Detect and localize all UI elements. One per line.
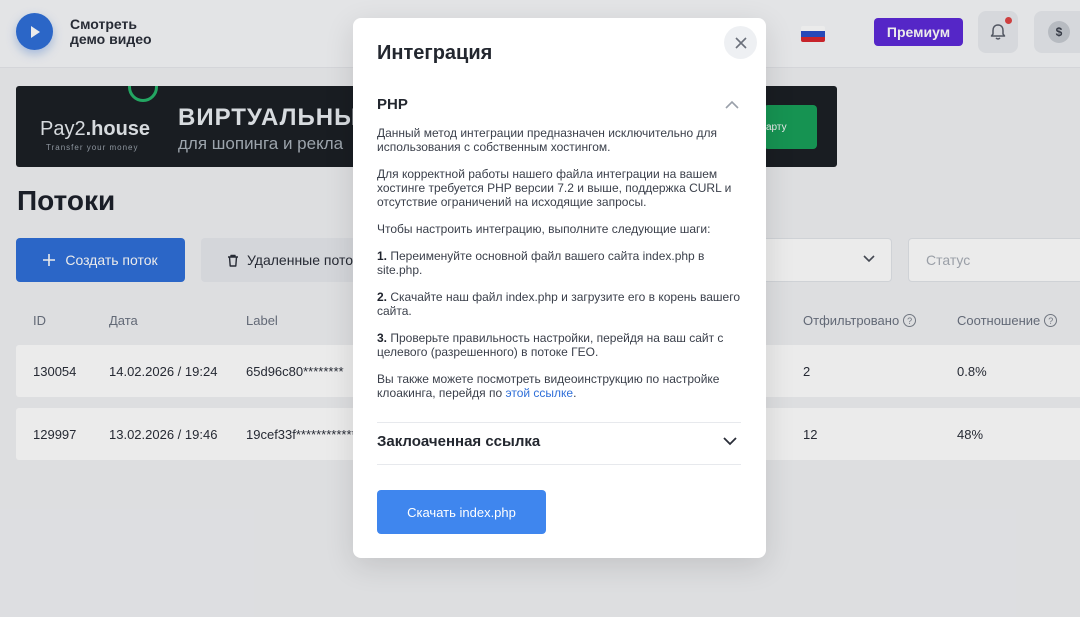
steps-intro-text: Чтобы настроить интеграцию, выполните сл…: [377, 222, 711, 236]
step-3: 3. Проверьте правильность настройки, пер…: [377, 331, 741, 359]
php-section-content: Данный метод интеграции предназначен иск…: [377, 126, 741, 413]
step-number: 1.: [377, 249, 388, 263]
step-number: 3.: [377, 331, 388, 345]
close-icon: [734, 36, 747, 49]
modal-title: Интеграция: [377, 42, 493, 64]
cloaked-link-section-header[interactable]: Заклоаченная ссылка: [377, 433, 540, 450]
video-link[interactable]: этой ссылке: [505, 386, 573, 400]
integration-modal: Интеграция PHP Данный метод интеграции п…: [353, 18, 766, 558]
step-number: 2.: [377, 290, 388, 304]
intro-text: Данный метод интеграции предназначен иск…: [377, 126, 718, 154]
chevron-down-icon[interactable]: [723, 437, 737, 446]
step-2: 2. Скачайте наш файл index.php и загрузи…: [377, 290, 741, 318]
step-text: Скачайте наш файл index.php и загрузите …: [377, 290, 740, 318]
divider: [377, 422, 741, 423]
download-index-php-button[interactable]: Скачать index.php: [377, 490, 546, 534]
php-section-header[interactable]: PHP: [377, 96, 408, 113]
step-text: Переименуйте основной файл вашего сайта …: [377, 249, 705, 277]
close-button[interactable]: [724, 26, 757, 59]
chevron-up-icon[interactable]: [725, 100, 739, 109]
video-instruction-text: Вы также можете посмотреть видеоинструкц…: [377, 372, 741, 400]
video-text-end: .: [573, 386, 577, 400]
requirements-text: Для корректной работы нашего файла интег…: [377, 167, 732, 209]
step-text: Проверьте правильность настройки, перейд…: [377, 331, 724, 359]
step-1: 1. Переименуйте основной файл вашего сай…: [377, 249, 741, 277]
divider: [377, 464, 741, 465]
